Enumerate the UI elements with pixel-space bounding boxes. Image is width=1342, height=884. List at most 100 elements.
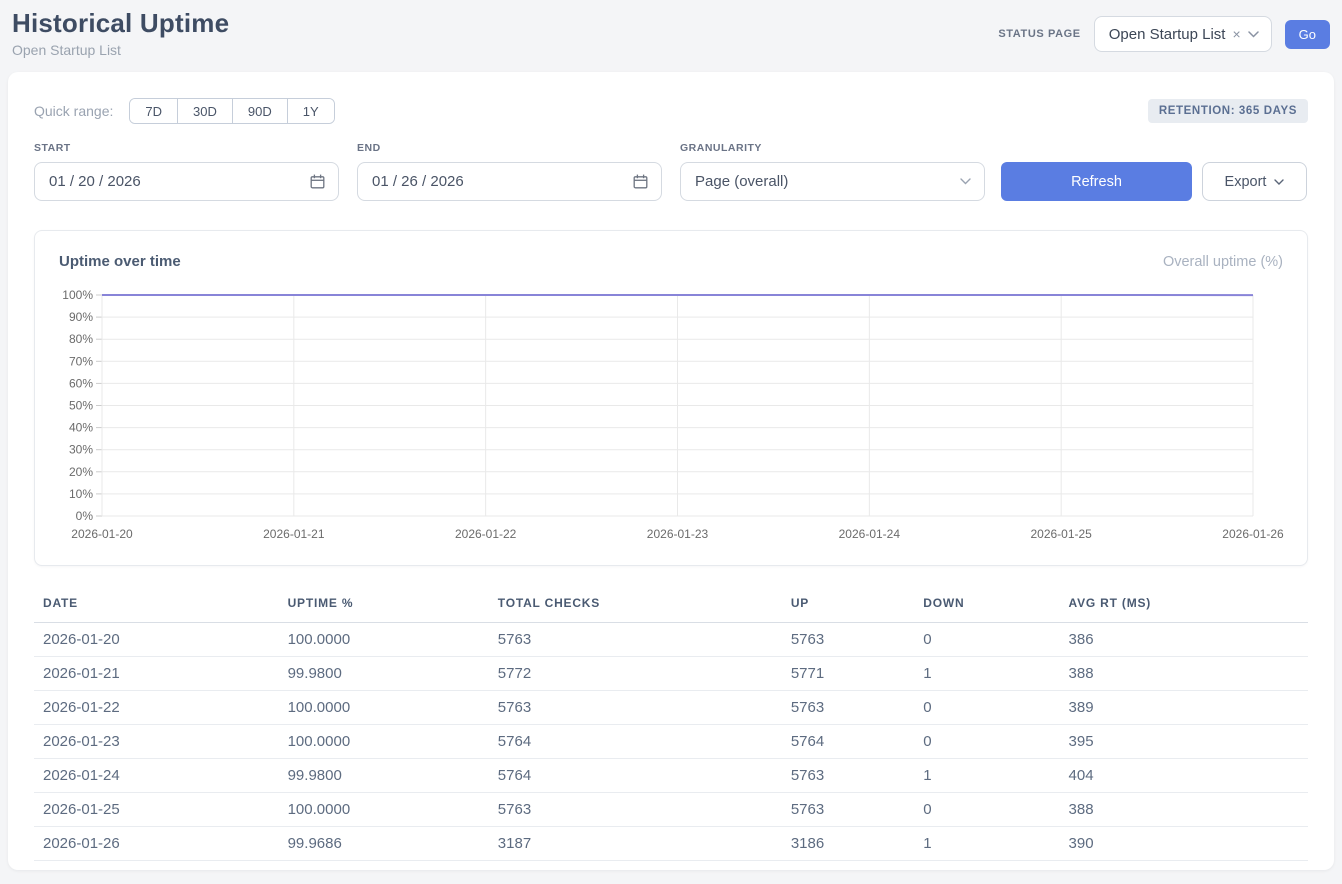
quick-range-1y[interactable]: 1Y	[287, 99, 334, 123]
table-cell: 5763	[782, 623, 914, 657]
quick-range-7d[interactable]: 7D	[130, 99, 177, 123]
page-header: Historical Uptime Open Startup List	[12, 8, 229, 58]
column-header: DOWN	[914, 590, 1059, 623]
svg-text:100%: 100%	[62, 288, 93, 302]
svg-text:20%: 20%	[69, 465, 93, 479]
go-button[interactable]: Go	[1285, 20, 1330, 49]
svg-text:2026-01-25: 2026-01-25	[1030, 527, 1092, 541]
table-cell: 389	[1060, 691, 1308, 725]
svg-text:2026-01-20: 2026-01-20	[71, 527, 133, 541]
export-button[interactable]: Export	[1202, 162, 1307, 201]
end-date-label: END	[357, 142, 662, 154]
table-cell: 5763	[782, 691, 914, 725]
table-cell: 2026-01-21	[34, 657, 279, 691]
svg-text:70%: 70%	[69, 354, 93, 368]
table-cell: 5764	[489, 725, 782, 759]
status-page-label: STATUS PAGE	[998, 28, 1080, 40]
table-row: 2026-01-2699.9686318731861390	[34, 827, 1308, 861]
svg-text:40%: 40%	[69, 421, 93, 435]
end-date-value: 01 / 26 / 2026	[372, 173, 464, 190]
svg-text:2026-01-21: 2026-01-21	[263, 527, 325, 541]
table-cell: 404	[1060, 759, 1308, 793]
column-header: DATE	[34, 590, 279, 623]
table-cell: 5772	[489, 657, 782, 691]
table-cell: 5763	[489, 793, 782, 827]
table-row: 2026-01-2499.9800576457631404	[34, 759, 1308, 793]
table-cell: 100.0000	[279, 725, 489, 759]
table-cell: 99.9800	[279, 657, 489, 691]
uptime-chart-svg: 0%10%20%30%40%50%60%70%80%90%100%2026-01…	[35, 281, 1309, 561]
svg-text:10%: 10%	[69, 487, 93, 501]
svg-text:50%: 50%	[69, 399, 93, 413]
table-row: 2026-01-20100.0000576357630386	[34, 623, 1308, 657]
table-cell: 99.9800	[279, 759, 489, 793]
clear-selection-icon[interactable]: ×	[1232, 26, 1240, 42]
quick-range-label: Quick range:	[34, 103, 113, 119]
page-title: Historical Uptime	[12, 8, 229, 39]
chevron-down-icon	[1248, 31, 1259, 38]
chevron-down-icon	[1274, 179, 1284, 185]
status-page-picker: STATUS PAGE Open Startup List × Go	[998, 16, 1330, 52]
chart-legend: Overall uptime (%)	[1163, 254, 1283, 270]
uptime-chart-card: Uptime over time Overall uptime (%) 0% 10…	[34, 230, 1308, 566]
table-cell: 0	[914, 793, 1059, 827]
calendar-icon[interactable]	[310, 174, 325, 189]
table-cell: 2026-01-20	[34, 623, 279, 657]
table-cell: 2026-01-24	[34, 759, 279, 793]
uptime-table-wrap: DATEUPTIME %TOTAL CHECKSUPDOWNAVG RT (MS…	[34, 590, 1308, 861]
calendar-icon[interactable]	[633, 174, 648, 189]
table-cell: 100.0000	[279, 793, 489, 827]
page-subtitle: Open Startup List	[12, 42, 229, 58]
table-row: 2026-01-23100.0000576457640395	[34, 725, 1308, 759]
table-cell: 388	[1060, 657, 1308, 691]
table-cell: 390	[1060, 827, 1308, 861]
svg-text:2026-01-26: 2026-01-26	[1222, 527, 1284, 541]
table-row: 2026-01-2199.9800577257711388	[34, 657, 1308, 691]
table-cell: 5763	[782, 759, 914, 793]
table-cell: 395	[1060, 725, 1308, 759]
table-header-row: DATEUPTIME %TOTAL CHECKSUPDOWNAVG RT (MS…	[34, 590, 1308, 623]
table-cell: 5771	[782, 657, 914, 691]
start-date-label: START	[34, 142, 339, 154]
uptime-chart: 0%10%20%30%40%50%60%70%80%90%100%2026-01…	[35, 281, 1309, 561]
refresh-button[interactable]: Refresh	[1001, 162, 1192, 201]
column-header: UP	[782, 590, 914, 623]
end-date-input[interactable]: 01 / 26 / 2026	[357, 162, 662, 201]
table-cell: 100.0000	[279, 691, 489, 725]
svg-text:60%: 60%	[69, 376, 93, 390]
retention-badge: RETENTION: 365 DAYS	[1148, 99, 1308, 123]
table-cell: 5763	[489, 691, 782, 725]
table-cell: 0	[914, 623, 1059, 657]
svg-text:2026-01-22: 2026-01-22	[455, 527, 517, 541]
svg-text:0%: 0%	[76, 509, 94, 523]
table-cell: 5764	[782, 725, 914, 759]
table-cell: 2026-01-22	[34, 691, 279, 725]
start-date-input[interactable]: 01 / 20 / 2026	[34, 162, 339, 201]
chevron-down-icon	[960, 178, 971, 185]
table-cell: 2026-01-23	[34, 725, 279, 759]
svg-text:90%: 90%	[69, 310, 93, 324]
start-date-value: 01 / 20 / 2026	[49, 173, 141, 190]
granularity-value: Page (overall)	[695, 173, 788, 190]
table-row: 2026-01-22100.0000576357630389	[34, 691, 1308, 725]
table-cell: 1	[914, 827, 1059, 861]
table-cell: 2026-01-25	[34, 793, 279, 827]
export-button-label: Export	[1225, 174, 1267, 190]
granularity-select[interactable]: Page (overall)	[680, 162, 985, 201]
svg-text:2026-01-23: 2026-01-23	[647, 527, 709, 541]
table-cell: 5763	[782, 793, 914, 827]
table-cell: 2026-01-26	[34, 827, 279, 861]
quick-range-30d[interactable]: 30D	[177, 99, 232, 123]
status-page-select[interactable]: Open Startup List ×	[1094, 16, 1272, 52]
table-cell: 386	[1060, 623, 1308, 657]
table-cell: 5764	[489, 759, 782, 793]
chart-title: Uptime over time	[59, 253, 181, 270]
table-cell: 99.9686	[279, 827, 489, 861]
svg-text:30%: 30%	[69, 443, 93, 457]
table-cell: 388	[1060, 793, 1308, 827]
quick-range-90d[interactable]: 90D	[232, 99, 287, 123]
uptime-table: DATEUPTIME %TOTAL CHECKSUPDOWNAVG RT (MS…	[34, 590, 1308, 861]
table-cell: 0	[914, 691, 1059, 725]
column-header: UPTIME %	[279, 590, 489, 623]
column-header: AVG RT (MS)	[1060, 590, 1308, 623]
